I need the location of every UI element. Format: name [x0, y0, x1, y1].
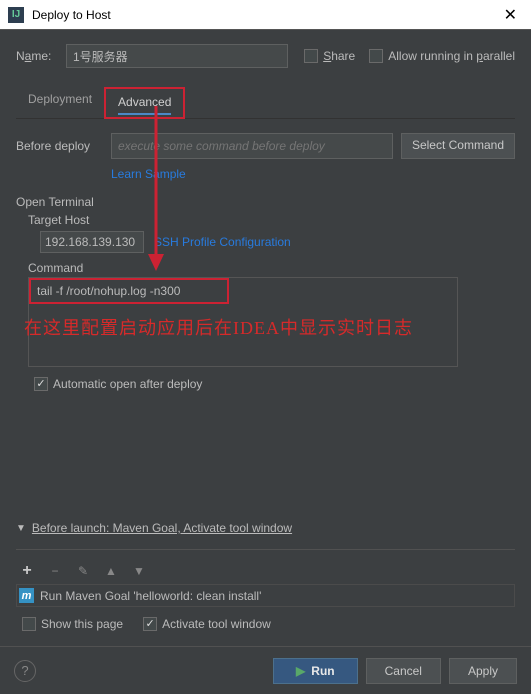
before-launch-toolbar: + − ✎ ▲ ▼: [16, 558, 515, 584]
select-command-button[interactable]: Select Command: [401, 133, 515, 159]
target-host-label: Target Host: [28, 213, 515, 227]
show-this-page-label: Show this page: [41, 617, 123, 631]
window-title: Deploy to Host: [32, 8, 498, 22]
name-label: Name:: [16, 49, 66, 63]
target-host-input[interactable]: 192.168.139.130: [40, 231, 144, 253]
before-deploy-input[interactable]: [111, 133, 393, 159]
maven-icon: m: [19, 588, 34, 603]
add-icon[interactable]: +: [18, 562, 36, 580]
open-terminal-label: Open Terminal: [16, 195, 515, 209]
name-row: Name: Share Allow running in parallel: [16, 44, 515, 68]
command-value: tail -f /root/nohup.log -n300: [29, 278, 229, 304]
checkbox-icon: [22, 617, 36, 631]
command-label: Command: [28, 261, 515, 275]
separator: [16, 549, 515, 550]
command-textarea[interactable]: tail -f /root/nohup.log -n300: [28, 277, 458, 367]
move-up-icon[interactable]: ▲: [102, 564, 120, 578]
run-button[interactable]: ▶ Run: [273, 658, 358, 684]
maven-goal-label: Run Maven Goal 'helloworld: clean instal…: [40, 589, 261, 603]
checkbox-icon: [143, 617, 157, 631]
name-input[interactable]: [66, 44, 288, 68]
titlebar: IJ Deploy to Host ✕: [0, 0, 531, 30]
parallel-label: Allow running in parallel: [388, 49, 515, 63]
tab-advanced[interactable]: Advanced: [104, 87, 185, 119]
learn-sample-link[interactable]: Learn Sample: [111, 167, 186, 181]
activate-tool-window-label: Activate tool window: [162, 617, 271, 631]
maven-goal-row[interactable]: m Run Maven Goal 'helloworld: clean inst…: [16, 584, 515, 607]
activate-tool-window-checkbox[interactable]: Activate tool window: [143, 617, 271, 631]
tab-deployment[interactable]: Deployment: [16, 86, 104, 118]
auto-open-label: Automatic open after deploy: [53, 377, 202, 391]
collapse-icon: ▼: [16, 523, 26, 534]
apply-button[interactable]: Apply: [449, 658, 517, 684]
before-launch-label: Before launch: Maven Goal, Activate tool…: [32, 521, 292, 535]
app-icon: IJ: [8, 7, 24, 23]
move-down-icon[interactable]: ▼: [130, 564, 148, 578]
tab-bar: Deployment Advanced: [16, 86, 515, 119]
ssh-profile-link[interactable]: SSH Profile Configuration: [154, 235, 291, 249]
checkbox-icon: [369, 49, 383, 63]
auto-open-checkbox[interactable]: Automatic open after deploy: [34, 377, 515, 391]
parallel-checkbox[interactable]: Allow running in parallel: [369, 49, 515, 63]
edit-icon[interactable]: ✎: [74, 564, 92, 578]
before-deploy-row: Before deploy Select Command: [16, 133, 515, 159]
share-checkbox[interactable]: Share: [304, 49, 355, 63]
play-icon: ▶: [296, 664, 305, 678]
before-deploy-label: Before deploy: [16, 139, 111, 153]
close-icon[interactable]: ✕: [498, 3, 523, 27]
checkbox-icon: [304, 49, 318, 63]
show-this-page-checkbox[interactable]: Show this page: [22, 617, 123, 631]
run-label: Run: [311, 664, 334, 678]
cancel-button[interactable]: Cancel: [366, 658, 441, 684]
dialog-footer: ? ▶ Run Cancel Apply: [0, 646, 531, 694]
remove-icon[interactable]: −: [46, 564, 64, 578]
help-icon[interactable]: ?: [14, 660, 36, 682]
checkbox-icon: [34, 377, 48, 391]
before-launch-header[interactable]: ▼ Before launch: Maven Goal, Activate to…: [16, 521, 515, 535]
share-label: Share: [323, 49, 355, 63]
